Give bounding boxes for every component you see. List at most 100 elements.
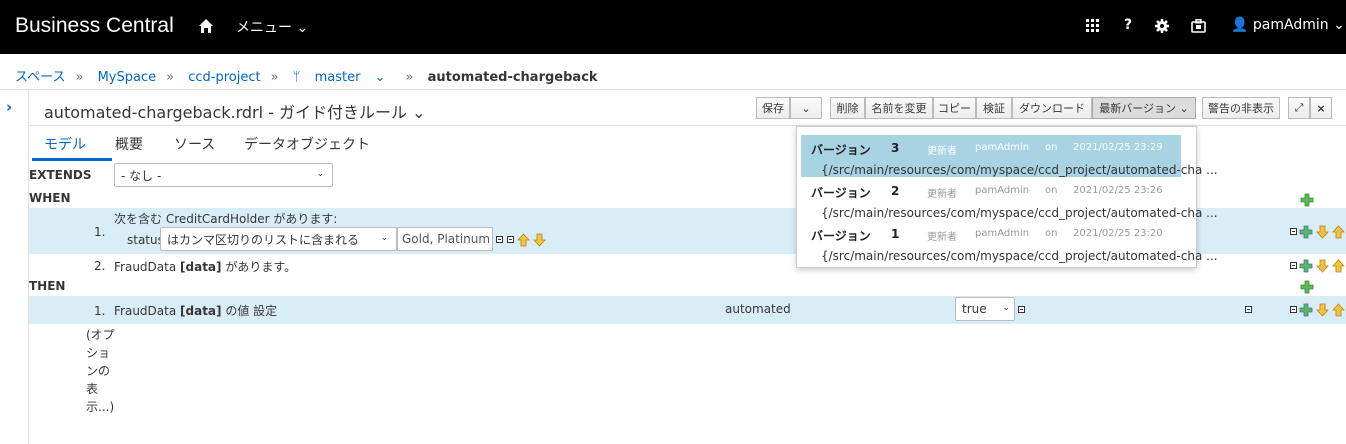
then-label: THEN [29,279,66,293]
tab-overview[interactable]: 概要 [115,134,143,154]
constraint-value-input[interactable]: Gold, Platinum [397,227,493,251]
active-tab-indicator [32,158,112,161]
version-number: 1 [891,227,900,241]
action-fact: FraudData [114,304,181,318]
arrow-up-icon[interactable] [1332,225,1345,239]
app-launcher-icon[interactable] [1086,17,1100,35]
arrow-down-icon[interactable] [1316,225,1329,239]
breadcrumb-project[interactable]: ccd-project [188,70,260,85]
breadcrumb-spaces[interactable]: スペース [15,70,65,85]
chevron-down-icon: ⌄ [380,233,388,243]
show-options-link[interactable]: (オプションの表示...) [86,326,118,416]
action-field[interactable]: automated [725,302,791,316]
editor-title[interactable]: automated-chargeback.rdrl - ガイド付きルール ⌄ [44,99,426,123]
add-below-icon[interactable] [1299,259,1313,273]
add-action-icon[interactable] [1300,280,1314,294]
pattern-description[interactable]: 次を含む CreditCardHolder があります: [114,210,337,227]
add-condition-icon[interactable] [1300,193,1314,207]
version-on: on [1045,185,1058,196]
pattern-fact: FraudData [114,260,181,274]
arrow-down-icon[interactable] [1316,303,1329,317]
version-item-1[interactable]: バージョン 1 更新者 pamAdmin on 2021/02/25 23:20… [797,221,1218,263]
version-author-label: 更新者 [927,146,957,157]
latest-version-button[interactable]: 最新バージョン ⌄ [1092,97,1196,119]
sidebar-divider [28,90,29,444]
arrow-up-icon[interactable] [1332,259,1345,273]
tab-source[interactable]: ソース [174,134,215,154]
breadcrumb-separator: » [166,70,175,85]
download-button[interactable]: ダウンロード [1012,97,1092,119]
extends-select[interactable]: - なし - ⌄ [114,163,333,187]
save-button[interactable]: 保存 [756,97,790,119]
remove-icon[interactable] [507,236,514,243]
user-menu[interactable]: 👤 pamAdmin ⌄ [1231,17,1345,33]
breadcrumb-separator: » [405,70,414,85]
delete-button[interactable]: 削除 [830,97,865,119]
validate-button[interactable]: 検証 [976,97,1012,119]
arrow-up-icon[interactable] [517,233,530,247]
arrow-down-icon[interactable] [1316,259,1329,273]
hide-alerts-button[interactable]: 警告の非表示 [1202,97,1280,119]
gear-icon[interactable] [1155,17,1169,35]
copy-button[interactable]: コピー [933,97,976,119]
operator-select-value: はカンマ区切りのリストに含まれる [167,232,360,247]
branch-icon: ᛘ [292,70,301,85]
constraint-field[interactable]: status [127,233,164,247]
top-navbar: Business Central メニュー ⌄ ? 👤 pamAdmin ⌄ [0,0,1346,54]
row-number: 1. [94,304,106,318]
action-description[interactable]: FraudData [data] の値 設定 [114,302,277,319]
version-item-2[interactable]: バージョン 2 更新者 pamAdmin on 2021/02/25 23:26… [797,178,1218,220]
brand-logo[interactable]: Business Central [15,14,174,38]
rename-button[interactable]: 名前を変更 [865,97,933,119]
version-date: 2021/02/25 23:26 [1073,185,1163,196]
remove-icon[interactable] [1290,262,1297,269]
add-below-icon[interactable] [1299,303,1313,317]
version-history-dropdown: バージョン 3 更新者 pamAdmin on 2021/02/25 23:29… [796,126,1218,268]
when-label: WHEN [29,191,71,205]
version-author: pamAdmin [975,228,1030,239]
close-icon[interactable]: × [1310,97,1332,119]
remove-icon[interactable] [1290,306,1297,313]
main-menu[interactable]: メニュー ⌄ [236,17,308,37]
version-number: 3 [891,141,900,155]
save-options-button[interactable]: ⌄ [790,97,822,119]
version-author-label: 更新者 [927,232,957,243]
maximize-icon[interactable]: ⤢ [1288,97,1310,119]
editor-title-text: automated-chargeback.rdrl - ガイド付きルール [44,103,408,122]
arrow-down-icon[interactable] [533,233,546,247]
remove-icon[interactable] [496,236,503,243]
action-value: true [962,302,987,316]
pattern-description[interactable]: FraudData [data] があります。 [114,258,296,275]
breadcrumb-separator: » [75,70,84,85]
version-item-3[interactable]: バージョン 3 更新者 pamAdmin on 2021/02/25 23:29… [801,135,1218,177]
branch-selector[interactable]: ᛘ master ⌄ [293,70,396,85]
expand-sidebar-icon[interactable]: › [6,98,12,116]
chevron-down-icon: ⌄ [374,70,386,85]
help-icon[interactable]: ? [1124,17,1132,35]
action-value-select[interactable]: true ⌄ [955,297,1015,321]
operator-select[interactable]: はカンマ区切りのリストに含まれる ⌄ [160,227,397,251]
remove-icon[interactable] [1290,228,1297,235]
add-below-icon[interactable] [1299,225,1313,239]
pattern-suffix: があります。 [221,260,297,274]
pattern-binding: [data] [180,260,222,274]
breadcrumb-space[interactable]: MySpace [98,70,157,85]
version-number: 2 [891,184,900,198]
chevron-down-icon: ⌄ [412,103,426,122]
chevron-down-icon: ⌄ [316,169,324,179]
remove-icon[interactable] [1245,306,1252,313]
row-number: 2. [94,259,106,273]
version-label: バージョン [811,229,871,243]
tab-data-objects[interactable]: データオブジェクト [244,134,370,154]
chevron-down-icon: ⌄ [801,101,811,115]
breadcrumb-separator: » [270,70,279,85]
version-on: on [1045,228,1058,239]
home-icon[interactable] [197,17,215,35]
action-binding: [data] [180,304,222,318]
arrow-up-icon[interactable] [1332,303,1345,317]
remove-icon[interactable] [1018,306,1025,313]
version-date: 2021/02/25 23:20 [1073,228,1163,239]
extends-select-value: - なし - [121,168,162,183]
briefcase-icon[interactable] [1191,17,1206,35]
tab-model[interactable]: モデル [44,134,86,154]
